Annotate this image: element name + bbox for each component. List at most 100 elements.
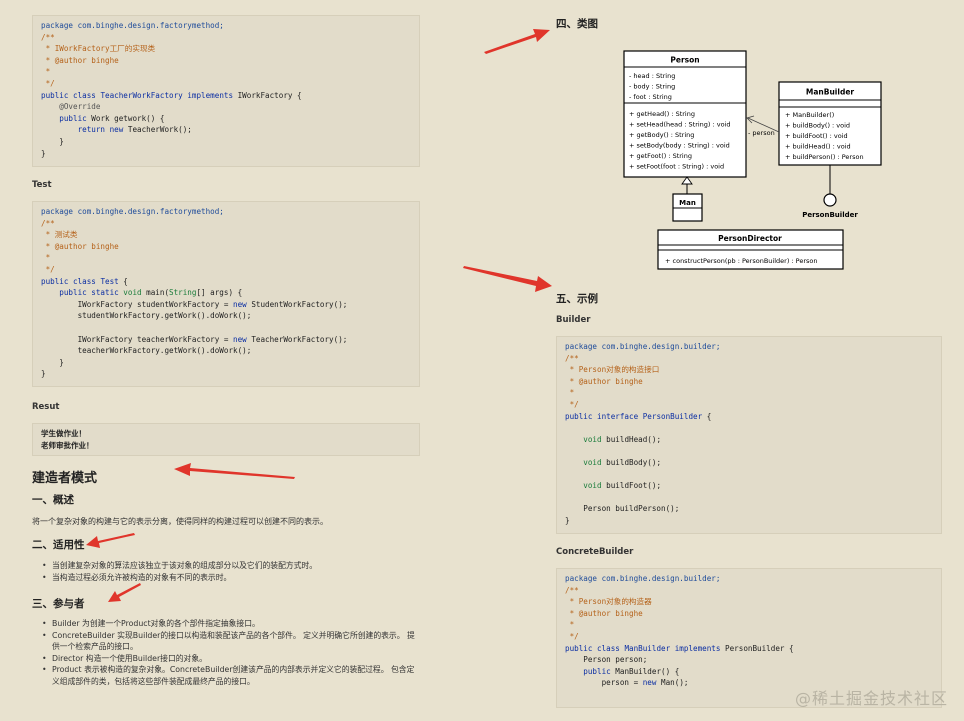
- code-token: void: [565, 457, 607, 467]
- code-token: *: [565, 620, 575, 630]
- code-token: */: [41, 264, 55, 274]
- uml-man-name: Man: [679, 199, 696, 207]
- code-token: person =: [565, 678, 643, 688]
- code-line: }: [565, 515, 933, 527]
- code-token: * @author binghe: [565, 608, 643, 618]
- code-line: package com.binghe.design.builder;: [565, 341, 933, 353]
- code-token: void: [123, 288, 147, 298]
- code-token: StudentWorkFactory();: [251, 299, 348, 309]
- code-token: package com.binghe.design.factorymethod;: [41, 21, 224, 30]
- uml-method: + buildPerson() : Person: [785, 153, 864, 161]
- code-token: *: [41, 67, 51, 77]
- code-line: }: [41, 357, 411, 369]
- code-token: @Override: [41, 102, 101, 112]
- uml-field: - head : String: [629, 72, 675, 80]
- uml-persondirector-name: PersonDirector: [718, 234, 782, 243]
- red-arrow-icon: [484, 29, 550, 54]
- code-token: [] args) {: [196, 288, 243, 298]
- code-line: *: [41, 252, 411, 264]
- code-line: */: [565, 399, 933, 411]
- code-token: IWorkFactory teacherWorkFactory =: [41, 334, 234, 344]
- code-line: public class Test {: [41, 276, 411, 288]
- code-token: void: [565, 434, 607, 444]
- uml-method: + buildHead() : void: [785, 143, 851, 151]
- code-token: /**: [41, 32, 55, 42]
- code-token: new: [233, 334, 252, 344]
- code-token: PersonBuilder {: [725, 643, 794, 653]
- code-token: public interface: [565, 411, 643, 421]
- builder-label: Builder: [556, 315, 591, 325]
- code-token: Person buildPerson();: [565, 504, 680, 514]
- uml-method: + setHead(head : String) : void: [629, 121, 731, 129]
- code-line: IWorkFactory teacherWorkFactory = new Te…: [41, 334, 411, 346]
- code-line: void buildBody();: [565, 457, 933, 469]
- participants-heading: 三、参与者: [32, 598, 85, 610]
- code-line: void buildHead();: [565, 434, 933, 446]
- code-line: * Person对象的构造接口: [565, 364, 933, 376]
- code-token: public class: [41, 90, 101, 100]
- code-token: PersonBuilder: [642, 411, 707, 421]
- code-line: *: [41, 66, 411, 78]
- code-token: new: [642, 678, 662, 688]
- code-token: */: [565, 631, 579, 641]
- list-item: ConcreteBuilder 实现Builder的接口以构造和装配该产品的各个…: [42, 630, 422, 653]
- watermark: @稀土掘金技术社区: [794, 689, 948, 708]
- overview-text: 将一个复杂对象的构建与它的表示分离，使得同样的构建过程可以创建不同的表示。: [32, 517, 328, 526]
- code-token: {: [706, 411, 712, 421]
- code-line: /**: [565, 353, 933, 365]
- code-line: }: [41, 148, 411, 160]
- applicability-heading: 二、适用性: [32, 539, 85, 551]
- list-item: Builder 为创建一个Product对象的各个部件指定抽象接口。: [42, 618, 422, 630]
- code-token: ManBuilder: [624, 643, 675, 653]
- code-token: Work getwork() {: [91, 113, 165, 123]
- result-line: 老师审批作业！: [41, 440, 94, 450]
- red-arrow-icon: [86, 533, 135, 548]
- code-line: studentWorkFactory.getWork().doWork();: [41, 310, 411, 322]
- list-item: 当构造过程必须允许被构造的对象有不同的表示时。: [42, 572, 422, 584]
- code-token: {: [123, 276, 128, 286]
- uml-personbuilder-interface: PersonBuilder: [802, 165, 858, 219]
- code-line: */: [41, 264, 411, 276]
- uml-person-class: Person - head : String - body : String -…: [623, 50, 747, 178]
- code-line: * @author binghe: [41, 241, 411, 253]
- uml-class-diagram: Person - head : String - body : String -…: [623, 50, 882, 270]
- code-token: implements: [187, 90, 238, 100]
- uml-method: + constructPerson(pb : PersonBuilder) : …: [665, 257, 818, 265]
- code-token: * @author binghe: [565, 376, 643, 386]
- code-token: TeacherWorkFactory: [100, 90, 188, 100]
- code-token: /**: [565, 585, 579, 595]
- code-line: /**: [565, 585, 933, 597]
- code-line: public Work getwork() {: [41, 113, 411, 125]
- code-line: }: [41, 368, 411, 380]
- code-line: }: [41, 136, 411, 148]
- uml-personbuilder-name: PersonBuilder: [802, 211, 858, 219]
- test-label: Test: [32, 180, 52, 190]
- code-token: }: [41, 148, 46, 158]
- uml-person-name: Person: [670, 56, 699, 65]
- result-line: 学生做作业！: [41, 429, 86, 438]
- code-line: /**: [41, 32, 411, 44]
- red-arrow-icon: [108, 583, 141, 602]
- code-line: Person buildPerson();: [565, 503, 933, 515]
- code-token: public: [41, 113, 92, 123]
- code-line: * @author binghe: [565, 608, 933, 620]
- list-item: Product 表示被构造的复杂对象。ConcreteBuilder创建该产品的…: [42, 664, 422, 687]
- code-token: * IWorkFactory工厂的实现类: [41, 44, 156, 54]
- list-item: Director 构造一个使用Builder接口的对象。: [42, 653, 422, 665]
- concrete-builder-label: ConcreteBuilder: [556, 547, 634, 557]
- uml-method: + setFoot(foot : String) : void: [629, 163, 724, 171]
- uml-method: + setBody(body : String) : void: [629, 142, 730, 150]
- code-line: package com.binghe.design.factorymethod;: [41, 206, 411, 218]
- code-token: /**: [565, 353, 579, 363]
- builder-pattern-title: 建造者模式: [32, 471, 98, 486]
- code-line: package com.binghe.design.builder;: [565, 573, 933, 585]
- code-token: }: [41, 369, 46, 379]
- uml-manbuilder-class: ManBuilder + ManBuilder() + buildBody() …: [778, 81, 882, 166]
- code-token: TeacherWork();: [127, 125, 192, 135]
- code-token: package com.binghe.design.builder;: [565, 574, 721, 583]
- code-token: package com.binghe.design.builder;: [565, 342, 721, 351]
- participants-list: Builder 为创建一个Product对象的各个部件指定抽象接口。 Concr…: [42, 618, 422, 687]
- code-token: studentWorkFactory.getWork().doWork();: [41, 311, 252, 321]
